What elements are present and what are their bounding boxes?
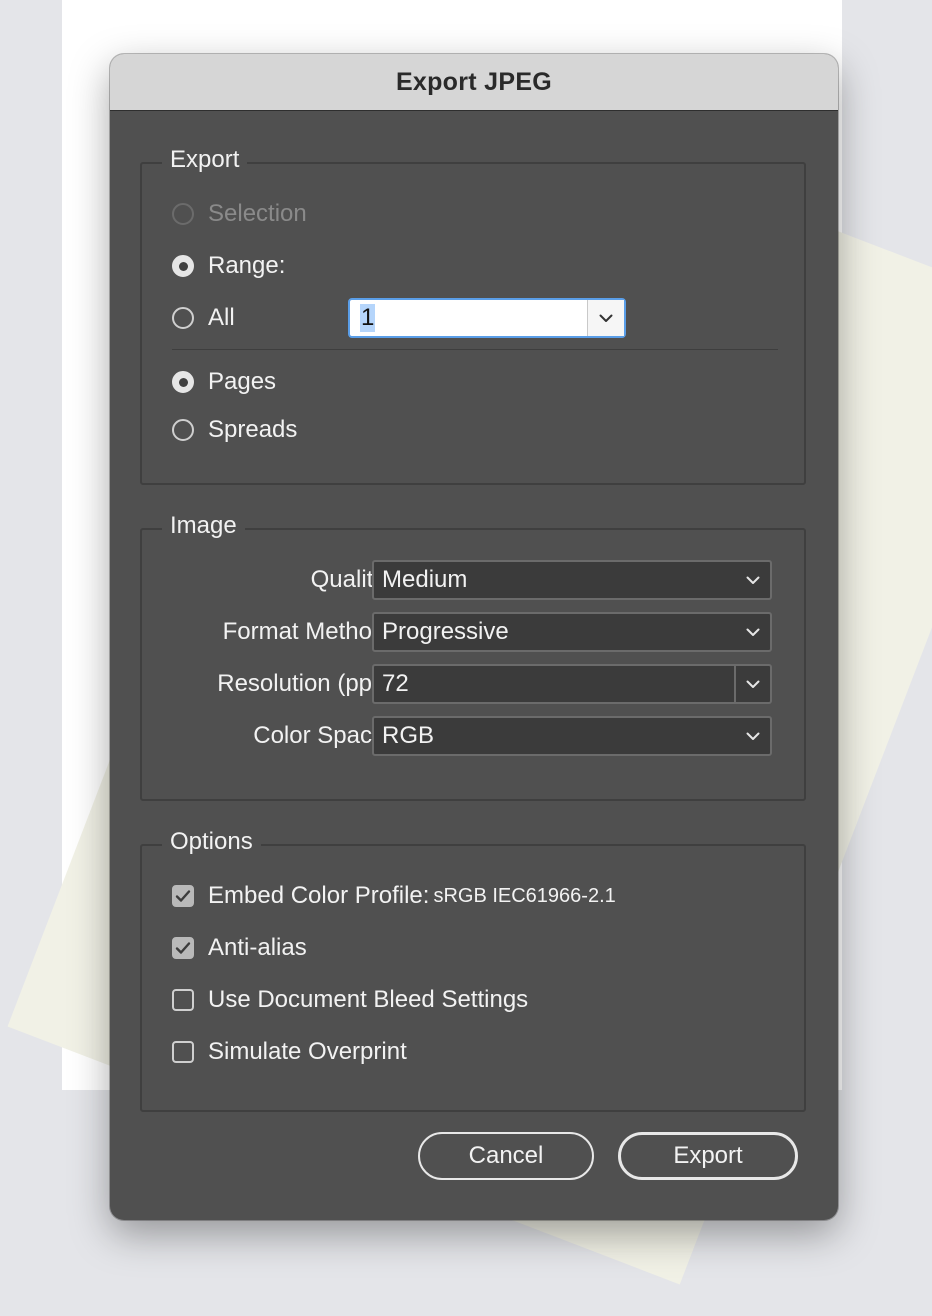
selection-radio[interactable] <box>172 203 194 225</box>
chevron-down-icon <box>746 628 760 636</box>
dialog-title: Export JPEG <box>110 54 838 111</box>
anti-alias-label: Anti-alias <box>208 934 307 961</box>
all-radio-row: All <box>172 304 235 332</box>
embed-color-profile-row: Embed Color Profile: sRGB IEC61966-2.1 <box>172 882 616 910</box>
resolution-combobox: 72 <box>372 664 772 704</box>
image-group: Image Quality: Medium Format Method: Pro… <box>140 512 806 801</box>
resolution-input[interactable]: 72 <box>374 670 734 698</box>
options-group: Options Embed Color Profile: sRGB IEC619… <box>140 828 806 1112</box>
color-space-label: Color Space: <box>253 722 392 749</box>
export-jpeg-dialog: Export JPEG Export Selection Range: 1 Al… <box>110 54 838 1220</box>
pages-radio[interactable] <box>172 371 194 393</box>
color-space-select[interactable]: RGB <box>372 716 772 756</box>
export-group-title: Export <box>162 146 248 174</box>
range-input[interactable]: 1 <box>350 300 588 336</box>
chevron-down-icon <box>746 680 760 688</box>
document-bleed-row: Use Document Bleed Settings <box>172 986 528 1014</box>
spreads-label: Spreads <box>208 416 298 443</box>
pages-label: Pages <box>208 368 277 395</box>
quality-chevron <box>736 562 770 598</box>
chevron-down-icon <box>746 576 760 584</box>
simulate-overprint-checkbox[interactable] <box>172 1041 194 1063</box>
document-bleed-label: Use Document Bleed Settings <box>208 986 529 1013</box>
embed-color-profile-value: sRGB IEC61966-2.1 <box>433 884 616 907</box>
image-group-title: Image <box>162 512 245 540</box>
format-method-value: Progressive <box>382 618 509 645</box>
format-method-label: Format Method: <box>222 618 392 645</box>
range-input-value: 1 <box>360 304 376 332</box>
range-radio-row: Range: <box>172 252 285 280</box>
checkmark-icon <box>175 942 191 954</box>
color-space-chevron <box>736 718 770 754</box>
quality-label: Quality: <box>310 566 392 593</box>
range-dropdown-button[interactable] <box>588 300 624 336</box>
resolution-dropdown-button[interactable] <box>734 666 770 702</box>
selection-radio-row: Selection <box>172 200 307 228</box>
embed-color-profile-label: Embed Color Profile: <box>208 882 430 909</box>
chevron-down-icon <box>599 314 613 322</box>
spreads-radio[interactable] <box>172 419 194 441</box>
color-space-value: RGB <box>382 722 435 749</box>
chevron-down-icon <box>746 732 760 740</box>
export-group-divider <box>172 349 778 350</box>
range-label: Range: <box>208 252 286 279</box>
checkmark-icon <box>175 890 191 902</box>
format-method-chevron <box>736 614 770 650</box>
export-button[interactable]: Export <box>618 1132 798 1180</box>
simulate-overprint-row: Simulate Overprint <box>172 1038 407 1066</box>
pages-radio-row: Pages <box>172 368 276 396</box>
selection-label: Selection <box>208 200 307 227</box>
range-radio[interactable] <box>172 255 194 277</box>
spreads-radio-row: Spreads <box>172 416 297 444</box>
all-label: All <box>208 304 235 331</box>
all-radio[interactable] <box>172 307 194 329</box>
range-combobox: 1 <box>348 298 626 338</box>
format-method-select[interactable]: Progressive <box>372 612 772 652</box>
embed-color-profile-checkbox[interactable] <box>172 885 194 907</box>
document-bleed-checkbox[interactable] <box>172 989 194 1011</box>
anti-alias-checkbox[interactable] <box>172 937 194 959</box>
resolution-label: Resolution (ppi): <box>217 670 392 697</box>
quality-select[interactable]: Medium <box>372 560 772 600</box>
simulate-overprint-label: Simulate Overprint <box>208 1038 407 1065</box>
export-group: Export Selection Range: 1 All Pages Spre… <box>140 146 806 485</box>
anti-alias-row: Anti-alias <box>172 934 307 962</box>
cancel-button[interactable]: Cancel <box>418 1132 594 1180</box>
options-group-title: Options <box>162 828 261 856</box>
quality-value: Medium <box>382 566 468 593</box>
